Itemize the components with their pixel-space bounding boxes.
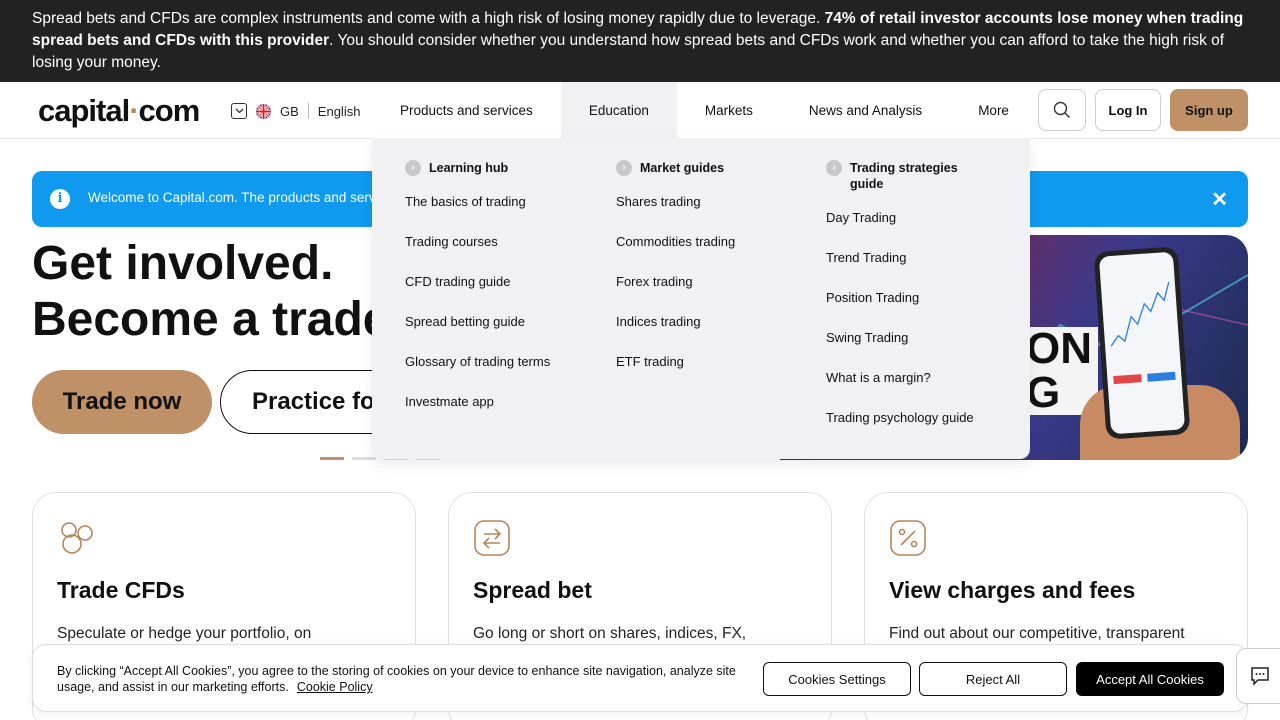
close-icon[interactable]: ✕ xyxy=(1211,187,1228,212)
chevron-down-icon xyxy=(231,103,247,119)
card-description: Find out about our competitive, transpar… xyxy=(889,625,1185,642)
search-button[interactable] xyxy=(1038,89,1086,131)
menu-link[interactable]: Swing Trading xyxy=(826,330,1006,370)
menu-link[interactable]: Trend Trading xyxy=(826,250,1006,290)
hero-line-1: Get involved. xyxy=(32,237,334,290)
menu-link[interactable]: Spread betting guide xyxy=(405,314,595,354)
login-button[interactable]: Log In xyxy=(1095,89,1161,131)
risk-text-start: Spread bets and CFDs are complex instrum… xyxy=(32,10,825,27)
trade-now-button[interactable]: Trade now xyxy=(32,370,212,434)
signup-button[interactable]: Sign up xyxy=(1170,89,1248,131)
menu-link[interactable]: Shares trading xyxy=(616,194,806,234)
menu-link[interactable]: Position Trading xyxy=(826,290,1006,330)
locale-divider xyxy=(307,103,309,119)
logo-dot: · xyxy=(129,93,139,128)
menu-link[interactable]: ETF trading xyxy=(616,354,806,394)
nav-news-and-analysis[interactable]: News and Analysis xyxy=(781,82,950,138)
cookie-policy-link[interactable]: Cookie Policy xyxy=(297,680,373,694)
menu-link[interactable]: Investmate app xyxy=(405,394,595,434)
site-header: capital·com GB English Products and serv… xyxy=(0,82,1280,139)
menu-link[interactable]: Forex trading xyxy=(616,274,806,314)
menu-link[interactable]: Indices trading xyxy=(616,314,806,354)
chat-widget-button[interactable] xyxy=(1236,648,1280,704)
cookie-consent-bar: By clicking “Accept All Cookies”, you ag… xyxy=(32,644,1248,712)
cookie-message: By clicking “Accept All Cookies”, you ag… xyxy=(57,664,736,694)
menu-column-market-guides: › Market guides Shares trading Commoditie… xyxy=(616,160,806,394)
logo-text-main: capital xyxy=(38,93,130,128)
card-description: Speculate or hedge your portfolio, on xyxy=(57,625,312,642)
menu-link[interactable]: What is a margin? xyxy=(826,370,1006,410)
region-label: GB xyxy=(280,103,299,119)
menu-link[interactable]: The basics of trading xyxy=(405,194,595,234)
column-title-text: Trading strategies guide xyxy=(850,161,958,191)
menu-link[interactable]: Trading courses xyxy=(405,234,595,274)
carousel-dot[interactable] xyxy=(320,457,344,460)
card-description: Go long or short on shares, indices, FX, xyxy=(473,625,747,642)
menu-link[interactable]: Day Trading xyxy=(826,210,1006,250)
cookie-text: By clicking “Accept All Cookies”, you ag… xyxy=(57,663,737,695)
chat-icon xyxy=(1251,667,1269,686)
hero-line-2: Become a trade xyxy=(32,293,390,346)
menu-link[interactable]: Glossary of trading terms xyxy=(405,354,595,394)
carousel-dot[interactable] xyxy=(352,457,376,460)
nav-education[interactable]: Education xyxy=(560,82,677,138)
arrow-right-icon: › xyxy=(405,160,421,176)
card-title: View charges and fees xyxy=(889,577,1136,603)
accept-all-cookies-button[interactable]: Accept All Cookies xyxy=(1076,662,1224,696)
welcome-message: Welcome to Capital.com. The products and… xyxy=(88,190,376,205)
column-title-text: Market guides xyxy=(640,161,725,175)
menu-column-trading-strategies: › Trading strategies guide Day Trading Tr… xyxy=(826,160,1006,450)
risk-warning-banner: Spread bets and CFDs are complex instrum… xyxy=(0,0,1280,82)
column-title-text: Learning hub xyxy=(429,161,509,175)
spread-arrows-icon xyxy=(474,520,510,556)
menu-column-title[interactable]: › Market guides xyxy=(616,160,806,176)
hero-heading: Get involved. Become a trade xyxy=(32,236,390,348)
cookies-settings-button[interactable]: Cookies Settings xyxy=(763,662,911,696)
nav-more[interactable]: More xyxy=(950,82,1037,138)
phone-screen xyxy=(1098,251,1186,435)
menu-column-title[interactable]: › Learning hub xyxy=(405,160,595,176)
arrow-right-icon: › xyxy=(616,160,632,176)
percent-icon xyxy=(890,520,926,556)
menu-link[interactable]: Trading psychology guide xyxy=(826,410,1006,450)
uk-flag-icon xyxy=(256,103,271,119)
info-icon: i xyxy=(50,189,70,209)
language-label: English xyxy=(317,103,361,119)
card-title: Trade CFDs xyxy=(57,577,185,603)
nav-products-and-services[interactable]: Products and services xyxy=(372,82,561,138)
menu-link[interactable]: CFD trading guide xyxy=(405,274,595,314)
locale-selector[interactable]: GB English xyxy=(231,101,360,121)
cfd-circles-icon xyxy=(61,522,93,554)
menu-column-learning-hub: › Learning hub The basics of trading Trad… xyxy=(405,160,595,434)
menu-column-title[interactable]: › Trading strategies guide xyxy=(826,160,976,192)
phone-mockup xyxy=(1093,246,1191,440)
main-nav: Products and services Education Markets … xyxy=(372,82,1037,138)
menu-link[interactable]: Commodities trading xyxy=(616,234,806,274)
logo-text-tail: com xyxy=(138,93,201,128)
reject-all-button[interactable]: Reject All xyxy=(919,662,1067,696)
card-title: Spread bet xyxy=(473,577,592,603)
education-mega-menu: › Learning hub The basics of trading Trad… xyxy=(372,138,1030,459)
capital-com-logo[interactable]: capital·com xyxy=(38,93,201,129)
nav-markets[interactable]: Markets xyxy=(677,82,781,138)
search-icon xyxy=(1053,101,1070,118)
arrow-right-icon: › xyxy=(826,160,842,176)
